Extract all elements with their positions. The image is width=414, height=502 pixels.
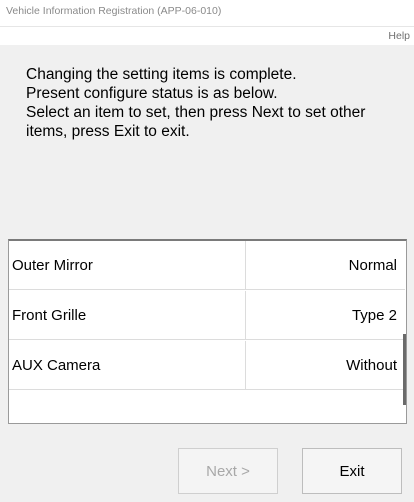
menu-bar: Help [0,27,414,45]
message-line-3: Select an item to set, then press Next t… [26,104,366,121]
message-line-2: Present configure status is as below. [26,85,278,102]
table-row[interactable]: Front Grille Type 2 [9,291,405,340]
row-name: Outer Mirror [9,241,246,290]
exit-button[interactable]: Exit [302,448,402,494]
help-menu[interactable]: Help [388,30,410,42]
message-line-1: Changing the setting items is complete. [26,66,297,83]
next-button[interactable]: Next > [178,448,278,494]
message-line-4: items, press Exit to exit. [26,123,190,140]
status-message: Changing the setting items is complete. … [26,65,410,141]
table-row[interactable]: Outer Mirror Normal [9,241,405,290]
row-value: Type 2 [351,307,397,324]
row-name: AUX Camera [9,341,246,390]
settings-table: Outer Mirror Normal Front Grille Type 2 … [8,239,407,424]
title-bar: Vehicle Information Registration (APP-06… [0,0,414,27]
row-name: Front Grille [9,291,246,340]
table-scrollbar[interactable] [403,334,406,405]
window-title: Vehicle Information Registration (APP-06… [6,5,222,17]
row-value: Without [346,357,397,374]
row-value: Normal [348,257,397,274]
table-row[interactable]: AUX Camera Without [9,341,405,390]
